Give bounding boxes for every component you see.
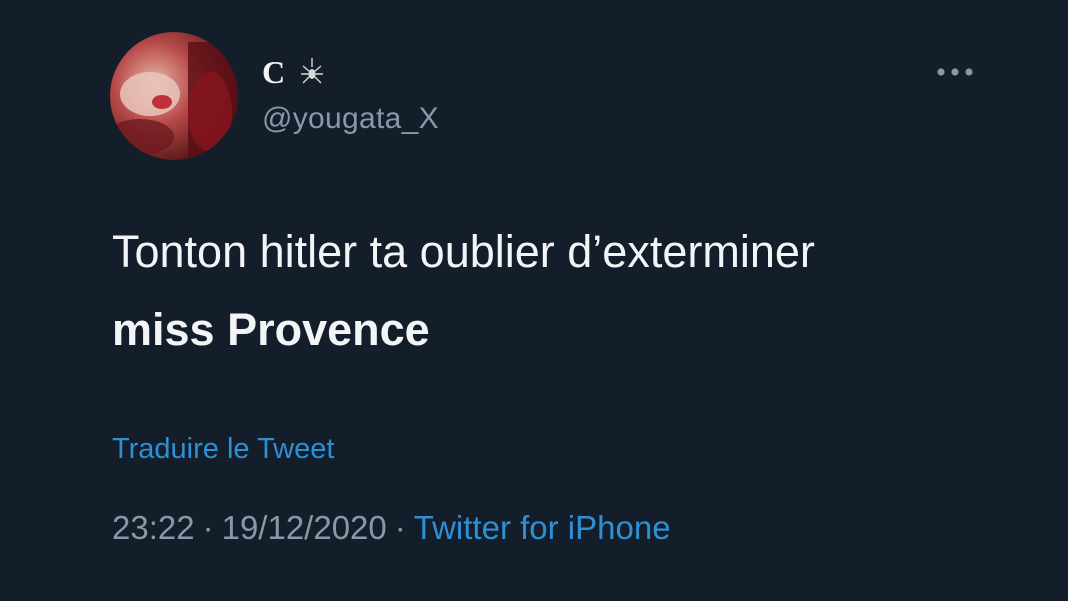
display-name-text: C [262, 54, 286, 90]
tweet-card: C @yougata_X Tonton hitler ta oublier d’… [0, 0, 1068, 601]
more-horizontal-icon[interactable] [934, 64, 976, 80]
tweet-date[interactable]: 19/12/2020 [222, 509, 387, 546]
tweet-source-link[interactable]: Twitter for iPhone [414, 509, 671, 546]
user-handle[interactable]: @yougata_X [262, 100, 439, 138]
translate-tweet-link[interactable]: Traduire le Tweet [112, 430, 334, 468]
spider-icon [299, 57, 325, 87]
tweet-meta: 23:22 · 19/12/2020 · Twitter for iPhone [112, 506, 671, 550]
separator: · [394, 509, 406, 546]
tweet-text-line-2: miss Provence [112, 304, 430, 355]
display-name[interactable]: C [262, 52, 325, 92]
tweet-time[interactable]: 23:22 [112, 509, 195, 546]
separator: · [202, 509, 214, 546]
tweet-text-line-1: Tonton hitler ta oublier d’exterminer [112, 226, 815, 277]
avatar[interactable] [110, 32, 238, 160]
avatar-image [110, 32, 238, 160]
